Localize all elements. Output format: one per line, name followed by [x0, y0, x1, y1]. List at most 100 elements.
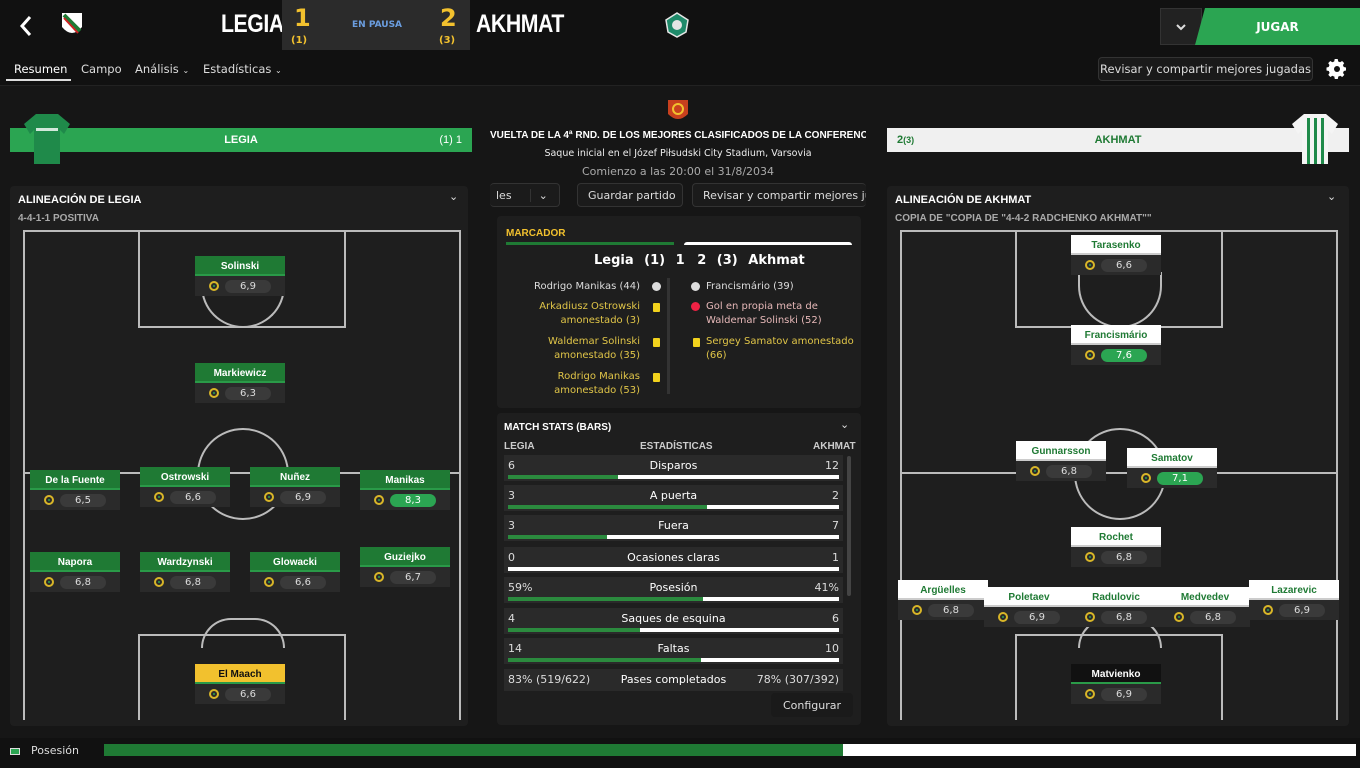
stat-row: 4 Saques de esquina 6: [504, 608, 843, 634]
player-card[interactable]: Guziejko 6,7: [360, 547, 450, 587]
away-event-card: Sergey Samatov amonestado (66): [706, 335, 854, 363]
player-card[interactable]: El Maach 6,6: [195, 664, 285, 704]
morale-icon: [154, 492, 164, 502]
player-card[interactable]: Matvienko 6,9: [1071, 664, 1161, 704]
player-rating: 6,8: [1190, 610, 1236, 624]
player-rating-row: 6,8: [1160, 607, 1250, 627]
player-card[interactable]: Rochet 6,8: [1071, 527, 1161, 567]
player-rating-row: 6,8: [30, 572, 120, 592]
morale-icon: [209, 281, 219, 291]
home-banner-score: (1) 1: [439, 134, 462, 146]
chevron-down-icon[interactable]: ⌄: [449, 190, 458, 203]
player-card[interactable]: Glowacki 6,6: [250, 552, 340, 592]
morale-icon: [912, 605, 922, 615]
stat-away-value: 78% (307/392): [756, 673, 839, 686]
event-text: Gol en propia meta de: [706, 301, 818, 312]
event-text: Waldemar Solinski (52): [706, 315, 822, 326]
morale-icon: [998, 612, 1008, 622]
player-card[interactable]: De la Fuente 6,5: [30, 470, 120, 510]
player-name: Wardzynski: [140, 552, 230, 572]
player-name: Glowacki: [250, 552, 340, 572]
score-home-name: Legia: [594, 253, 634, 268]
stats-scrollbar[interactable]: [847, 456, 851, 596]
stadium-text: Saque inicial en el Józef Piłsudski City…: [544, 148, 812, 159]
stat-row: 3A puerta 2: [504, 485, 843, 511]
play-options-dropdown[interactable]: [1160, 8, 1202, 45]
chevron-down-icon[interactable]: ⌄: [840, 418, 854, 434]
away-pens: (3): [439, 35, 456, 46]
player-card[interactable]: Poletaev 6,9: [984, 587, 1074, 627]
player-card[interactable]: Medvedev 6,8: [1160, 587, 1250, 627]
player-card[interactable]: Napora 6,8: [30, 552, 120, 592]
morale-icon: [1263, 605, 1273, 615]
player-rating-row: 6,9: [250, 487, 340, 507]
stat-bar: [508, 505, 839, 509]
stat-row: 14 Faltas 10: [504, 638, 843, 664]
player-rating-row: 7,6: [1071, 345, 1161, 365]
score-away-goals: 2: [697, 253, 707, 268]
gear-icon[interactable]: [1325, 57, 1349, 81]
stats-col-mid: ESTADÍSTICAS: [640, 441, 713, 452]
stat-label: Posesión: [649, 581, 698, 594]
stat-away-value: 1: [832, 551, 839, 564]
morale-icon: [1085, 689, 1095, 699]
home-event-card: Rodrigo Manikas amonestado (53): [554, 370, 640, 398]
home-banner-name: LEGIA: [224, 134, 258, 146]
morale-icon: [1141, 473, 1151, 483]
tab-estadisticas[interactable]: Estadísticas ⌄: [203, 62, 282, 76]
player-rating-row: 6,5: [30, 490, 120, 510]
highlights-dropdown[interactable]: les ⌄: [490, 183, 560, 207]
tab-estadisticas-label: Estadísticas: [203, 62, 272, 76]
player-rating: 6,8: [1101, 550, 1147, 564]
player-rating-row: 6,8: [1071, 607, 1161, 627]
player-card[interactable]: Samatov 7,1: [1127, 448, 1217, 488]
player-rating: 6,9: [1279, 603, 1325, 617]
player-card[interactable]: Ostrowski 6,6: [140, 467, 230, 507]
player-rating: 6,8: [60, 575, 106, 589]
player-card[interactable]: Solinski 6,9: [195, 256, 285, 296]
player-card[interactable]: Manikas 8,3: [360, 470, 450, 510]
player-rating: 6,6: [1101, 258, 1147, 272]
player-rating-row: 6,8: [1071, 547, 1161, 567]
player-card[interactable]: Nuñez 6,9: [250, 467, 340, 507]
away-event-own-goal: Gol en propia meta de Waldemar Solinski (…: [706, 300, 822, 328]
save-match-button[interactable]: Guardar partido: [577, 183, 683, 207]
away-lineup-title: ALINEACIÓN DE AKHMAT: [895, 194, 1032, 206]
player-rating: 6,6: [170, 490, 216, 504]
morale-icon: [44, 495, 54, 505]
scoreboard: 1 (1) EN PAUSA 2 (3): [282, 0, 470, 50]
morale-icon: [264, 577, 274, 587]
stat-bar: [508, 597, 839, 601]
configure-button[interactable]: Configurar: [771, 693, 853, 717]
event-text: Rodrigo Manikas (44): [533, 281, 640, 292]
player-rating-row: 6,9: [195, 276, 285, 296]
player-card[interactable]: Radulovic 6,8: [1071, 587, 1161, 627]
player-card[interactable]: Markiewicz 6,3: [195, 363, 285, 403]
player-card[interactable]: Wardzynski 6,8: [140, 552, 230, 592]
chevron-down-icon[interactable]: ⌄: [1327, 190, 1336, 203]
competition-title: VUELTA DE LA 4ª RND. DE LOS MEJORES CLAS…: [490, 130, 866, 141]
player-card[interactable]: Argüelles 6,8: [898, 580, 988, 620]
score-away-name: Akhmat: [748, 253, 805, 268]
player-rating-row: 7,1: [1127, 468, 1217, 488]
chevron-down-icon: ⌄: [529, 188, 548, 202]
tab-resumen[interactable]: Resumen: [14, 62, 67, 76]
morale-icon: [1085, 350, 1095, 360]
player-rating-row: 6,8: [140, 572, 230, 592]
player-card[interactable]: Tarasenko 6,6: [1071, 235, 1161, 275]
play-button[interactable]: JUGAR: [1195, 8, 1360, 45]
stat-bar-home-fill: [508, 535, 608, 539]
morale-icon: [44, 577, 54, 587]
player-card[interactable]: Lazarevic 6,9: [1249, 580, 1339, 620]
tab-analisis[interactable]: Análisis ⌄: [135, 62, 189, 76]
highlights-label: les: [496, 188, 512, 202]
active-tab-indicator: [6, 79, 71, 81]
home-lineup-title: ALINEACIÓN DE LEGIA: [18, 194, 142, 206]
player-card[interactable]: Gunnarsson 6,8: [1016, 441, 1106, 481]
tab-campo[interactable]: Campo: [81, 62, 122, 76]
player-card[interactable]: Francismário 7,6: [1071, 325, 1161, 365]
review-highlights-center-button[interactable]: Revisar y compartir mejores jugadas: [692, 183, 866, 207]
stats-col-home: LEGIA: [504, 441, 535, 452]
back-icon[interactable]: [14, 12, 38, 40]
review-highlights-button[interactable]: Revisar y compartir mejores jugadas: [1098, 57, 1313, 81]
